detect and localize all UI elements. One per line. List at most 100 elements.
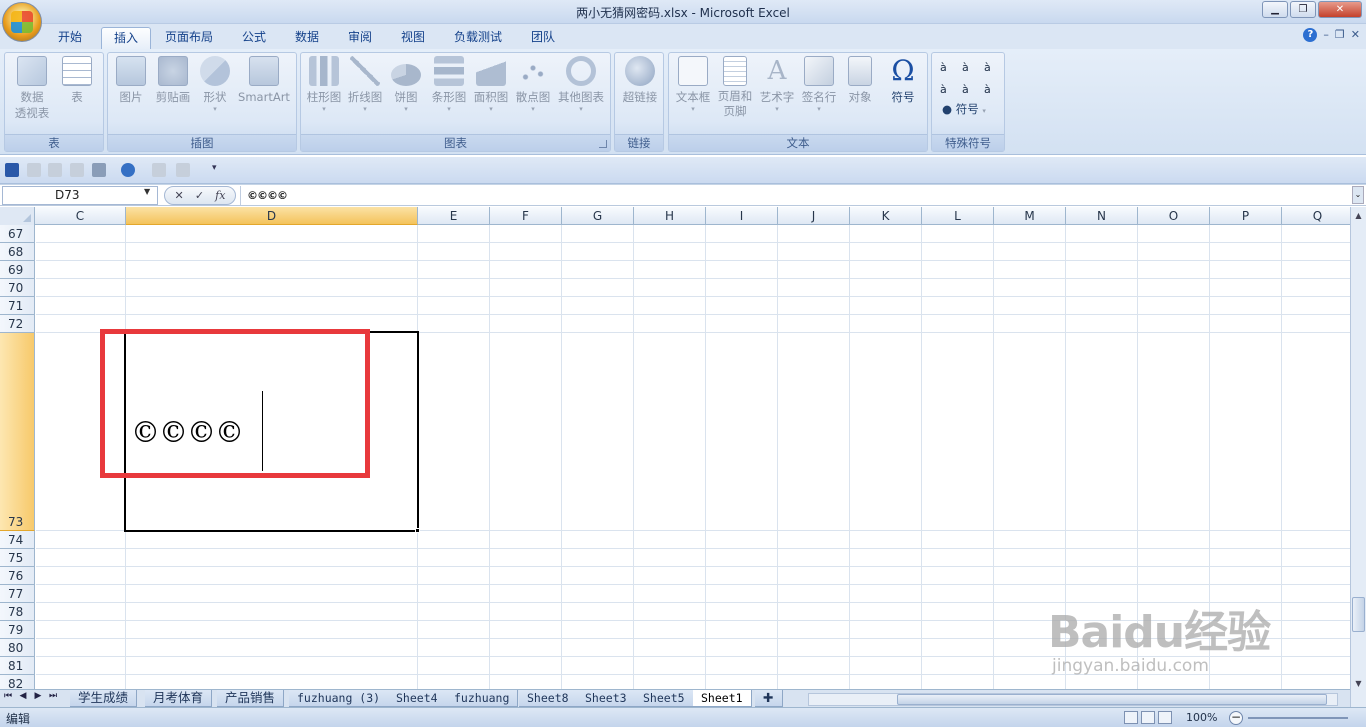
- object-button[interactable]: 对象: [843, 56, 877, 105]
- scroll-up-icon[interactable]: ▲: [1351, 209, 1366, 223]
- charts-dialog-launcher-icon[interactable]: [599, 140, 607, 148]
- cancel-icon[interactable]: ✕: [175, 189, 184, 202]
- row-header[interactable]: 81: [0, 657, 35, 675]
- sheet-tab[interactable]: Sheet8: [519, 690, 578, 707]
- insert-function-button[interactable]: fx: [215, 189, 225, 202]
- row-header[interactable]: 78: [0, 603, 35, 621]
- column-header-m[interactable]: M: [994, 207, 1066, 225]
- shapes-button[interactable]: 形状 ▾: [198, 56, 232, 113]
- column-header-i[interactable]: I: [706, 207, 778, 225]
- row-header[interactable]: 76: [0, 567, 35, 585]
- open-icon[interactable]: [27, 163, 41, 177]
- clipart-button[interactable]: 剪贴画: [152, 56, 194, 105]
- page-break-view-icon[interactable]: [1158, 711, 1172, 724]
- zoom-out-icon[interactable]: −: [1229, 711, 1243, 725]
- symbol-cell[interactable]: à: [940, 61, 962, 74]
- page-layout-view-icon[interactable]: [1141, 711, 1155, 724]
- formula-input[interactable]: ©©©©: [240, 186, 288, 205]
- sheet-tab[interactable]: fuzhuang: [446, 690, 519, 707]
- print-icon[interactable]: [92, 163, 106, 177]
- fill-handle[interactable]: [415, 528, 420, 533]
- column-header-j[interactable]: J: [778, 207, 850, 225]
- row-header[interactable]: 79: [0, 621, 35, 639]
- symbol-cell[interactable]: à: [984, 61, 1006, 74]
- tab-team[interactable]: 团队: [519, 27, 567, 49]
- tab-view[interactable]: 视图: [389, 27, 437, 49]
- customize-qat-icon[interactable]: ▾: [212, 163, 222, 177]
- picture-button[interactable]: 图片: [114, 56, 148, 105]
- vertical-scroll-thumb[interactable]: [1352, 597, 1365, 632]
- scatter-chart-button[interactable]: 散点图 ▾: [513, 56, 553, 113]
- sheet-tab[interactable]: 月考体育: [145, 690, 213, 707]
- row-header[interactable]: 80: [0, 639, 35, 657]
- column-header-o[interactable]: O: [1138, 207, 1210, 225]
- first-sheet-icon[interactable]: ⏮: [2, 691, 14, 701]
- zoom-level[interactable]: 100%: [1186, 711, 1217, 724]
- bar-chart-button[interactable]: 条形图 ▾: [429, 56, 469, 113]
- ribbon-close-icon[interactable]: ✕: [1351, 28, 1360, 42]
- enter-icon[interactable]: ✓: [195, 189, 204, 202]
- tab-review[interactable]: 审阅: [336, 27, 384, 49]
- next-sheet-icon[interactable]: ▶: [32, 691, 44, 701]
- signature-line-button[interactable]: 签名行 ▾: [799, 56, 839, 113]
- column-header-h[interactable]: H: [634, 207, 706, 225]
- sheet-tab[interactable]: 学生成绩: [70, 690, 138, 707]
- prev-sheet-icon[interactable]: ◀: [17, 691, 29, 701]
- row-header[interactable]: 77: [0, 585, 35, 603]
- row-header[interactable]: 75: [0, 549, 35, 567]
- restore-button[interactable]: ❐: [1290, 1, 1316, 18]
- name-box-dropdown-icon[interactable]: ▼: [144, 187, 150, 196]
- column-header-c[interactable]: C: [35, 207, 126, 225]
- symbol-cell[interactable]: à: [962, 61, 984, 74]
- help-icon[interactable]: ?: [1303, 28, 1318, 42]
- tab-load-test[interactable]: 负载测试: [442, 27, 514, 49]
- symbol-cell[interactable]: à: [962, 83, 984, 96]
- row-header[interactable]: 71: [0, 297, 35, 315]
- column-header-l[interactable]: L: [922, 207, 994, 225]
- minimize-button[interactable]: ▁: [1262, 1, 1288, 18]
- row-header[interactable]: 69: [0, 261, 35, 279]
- column-chart-button[interactable]: 柱形图 ▾: [305, 56, 343, 113]
- pivot-table-button[interactable]: 数据 透视表: [9, 56, 55, 121]
- select-all-button[interactable]: [0, 207, 35, 225]
- sheet-tab[interactable]: 产品销售: [217, 690, 285, 707]
- sheet-tab[interactable]: Sheet3: [577, 690, 636, 707]
- ribbon-restore-icon[interactable]: ❐: [1335, 28, 1345, 42]
- insert-sheet-icon[interactable]: ✚: [755, 690, 783, 707]
- format-painter-icon[interactable]: [70, 163, 84, 177]
- row-header[interactable]: 74: [0, 531, 35, 549]
- chart-icon[interactable]: [176, 163, 190, 177]
- column-header-q[interactable]: Q: [1282, 207, 1350, 225]
- horizontal-scroll-thumb[interactable]: [897, 694, 1327, 705]
- sheet-tab-active[interactable]: Sheet1: [693, 690, 752, 707]
- table-button[interactable]: 表: [57, 56, 97, 105]
- scroll-down-icon[interactable]: ▼: [1351, 677, 1366, 691]
- column-header-n[interactable]: N: [1066, 207, 1138, 225]
- zoom-slider[interactable]: [1248, 717, 1348, 719]
- line-chart-button[interactable]: 折线图 ▾: [345, 56, 385, 113]
- header-footer-button[interactable]: 页眉和 页脚: [715, 56, 755, 119]
- column-header-e[interactable]: E: [418, 207, 490, 225]
- other-charts-button[interactable]: 其他图表 ▾: [555, 56, 607, 113]
- vertical-scrollbar[interactable]: ▲ ▼: [1350, 207, 1366, 707]
- print-preview-icon[interactable]: [48, 163, 62, 177]
- office-button[interactable]: [2, 2, 42, 42]
- name-box[interactable]: D73: [2, 186, 158, 205]
- column-header-d[interactable]: D: [126, 207, 418, 225]
- hyperlink-button[interactable]: 超链接: [619, 56, 661, 105]
- symbol-cell[interactable]: à: [940, 83, 962, 96]
- horizontal-scrollbar[interactable]: [808, 693, 1338, 706]
- normal-view-icon[interactable]: [1124, 711, 1138, 724]
- column-header-g[interactable]: G: [562, 207, 634, 225]
- row-header[interactable]: 68: [0, 243, 35, 261]
- area-chart-button[interactable]: 面积图 ▾: [471, 56, 511, 113]
- expand-formula-bar-icon[interactable]: ⌄: [1352, 186, 1364, 204]
- column-header-p[interactable]: P: [1210, 207, 1282, 225]
- ribbon-minimize-icon[interactable]: –: [1323, 28, 1329, 42]
- smartart-button[interactable]: SmartArt: [236, 56, 292, 105]
- wordart-button[interactable]: A 艺术字 ▾: [757, 56, 797, 113]
- sheet-tab[interactable]: fuzhuang (3): [289, 690, 390, 707]
- redo-icon[interactable]: [152, 163, 166, 177]
- column-header-f[interactable]: F: [490, 207, 562, 225]
- special-symbol-button[interactable]: ● 符号 ▾: [942, 101, 986, 117]
